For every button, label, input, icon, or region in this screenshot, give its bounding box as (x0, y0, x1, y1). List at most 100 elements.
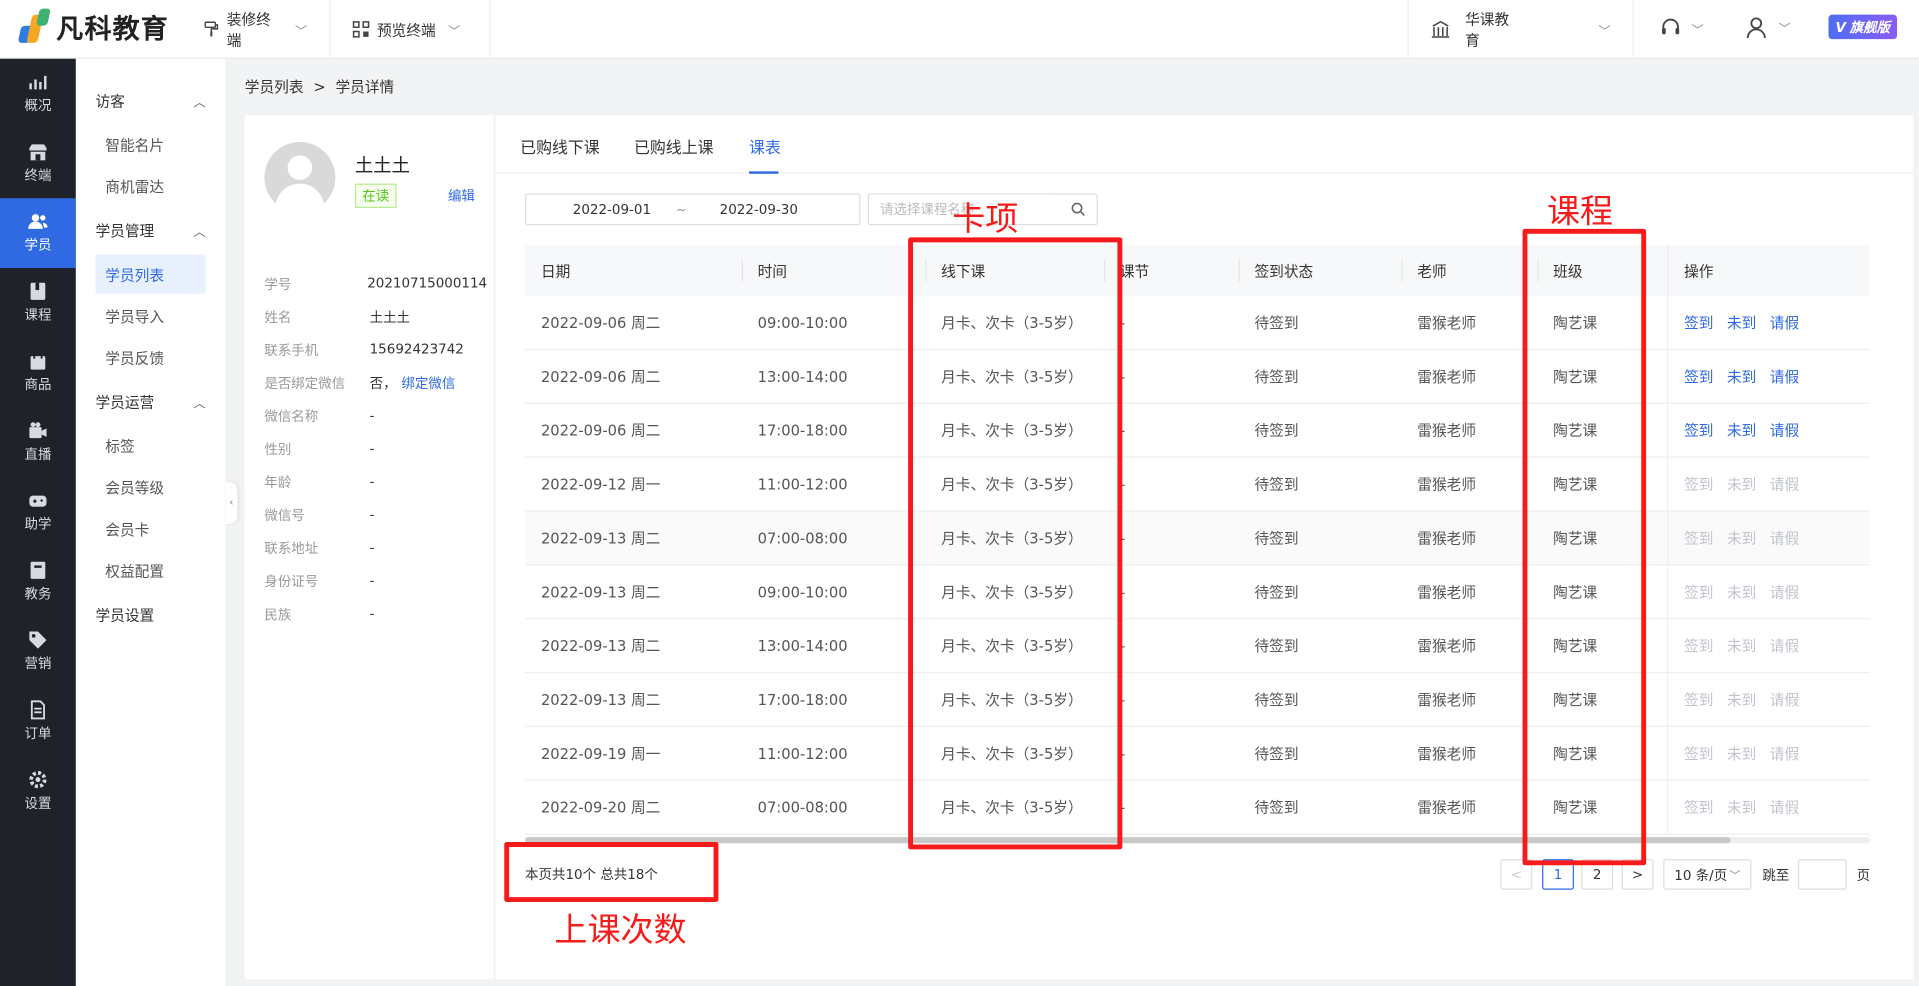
absent-button[interactable]: 未到 (1727, 528, 1756, 549)
signin-button[interactable]: 签到 (1684, 366, 1713, 387)
menu-item-member-card[interactable]: 会员卡 (95, 509, 205, 548)
support-menu[interactable]: ﹀ (1660, 17, 1704, 39)
breadcrumb-parent[interactable]: 学员列表 (245, 76, 304, 97)
leave-button[interactable]: 请假 (1770, 474, 1799, 495)
top-bar: 凡科教育 装修终端 ﹀ 预览终端 ﹀ 华课教育 ﹀ ﹀ ﹀ V 旗舰版 (0, 0, 1919, 59)
absent-button[interactable]: 未到 (1727, 474, 1756, 495)
signin-button[interactable]: 签到 (1684, 528, 1713, 549)
sidebar-item-overview[interactable]: 概况 (0, 59, 76, 129)
sidebar-item-marketing[interactable]: 营销 (0, 617, 76, 687)
absent-button[interactable]: 未到 (1727, 420, 1756, 441)
bind-wechat-link[interactable]: 绑定微信 (401, 373, 455, 393)
leave-button[interactable]: 请假 (1770, 635, 1799, 656)
sidebar-item-label: 终端 (24, 167, 52, 184)
signin-button[interactable]: 签到 (1684, 797, 1713, 818)
leave-button[interactable]: 请假 (1770, 528, 1799, 549)
menu-item-smart-card[interactable]: 智能名片 (95, 125, 205, 164)
signin-button[interactable]: 签到 (1684, 635, 1713, 656)
cell-status: 待签到 (1254, 637, 1299, 655)
sidebar-item-label: 直播 (24, 446, 52, 463)
signin-button[interactable]: 签到 (1684, 474, 1713, 495)
signin-button[interactable]: 签到 (1684, 581, 1713, 602)
org-switcher[interactable]: 华课教育 ﹀ (1407, 0, 1634, 59)
cell-date: 2022-09-20 周二 (540, 799, 661, 817)
tab-schedule[interactable]: 课表 (749, 135, 781, 158)
signin-button[interactable]: 签到 (1684, 312, 1713, 333)
menu-item-tags[interactable]: 标签 (95, 426, 205, 465)
menu-item-student-settings[interactable]: 学员设置 (76, 592, 225, 636)
menu-group-student-ops[interactable]: 学员运营 ︿ (76, 379, 225, 423)
table-row: 2022-09-19 周一 11:00-12:00 月卡、次卡（3-5岁） - 待签到雷… (525, 726, 1871, 781)
absent-button[interactable]: 未到 (1727, 312, 1756, 333)
menu-item-benefits[interactable]: 权益配置 (95, 551, 205, 590)
absent-button[interactable]: 未到 (1727, 366, 1756, 387)
absent-button[interactable]: 未到 (1727, 581, 1756, 602)
signin-button[interactable]: 签到 (1684, 743, 1713, 764)
date-range-picker[interactable]: 2022-09-01 ~ 2022-09-30 (525, 193, 861, 226)
menu-group-visitor[interactable]: 访客 ︿ (76, 78, 225, 122)
cell-teacher: 雷猴老师 (1417, 314, 1477, 332)
bag-icon (30, 351, 46, 370)
leave-button[interactable]: 请假 (1770, 743, 1799, 764)
breadcrumb-current: 学员详情 (335, 78, 395, 96)
org-name: 华课教育 (1465, 11, 1510, 49)
sidebar-item-study[interactable]: 助学 (0, 477, 76, 547)
col-teacher: 老师 (1417, 262, 1447, 280)
cell-time: 13:00-14:00 (757, 367, 848, 385)
logo[interactable]: 凡科教育 (17, 7, 169, 46)
date-end[interactable]: 2022-09-30 (720, 201, 798, 217)
signin-button[interactable]: 签到 (1684, 420, 1713, 441)
leave-button[interactable]: 请假 (1770, 689, 1799, 710)
cell-time: 13:00-14:00 (757, 637, 848, 655)
absent-button[interactable]: 未到 (1727, 635, 1756, 656)
leave-button[interactable]: 请假 (1770, 420, 1799, 441)
sidebar-item-academic[interactable]: 教务 (0, 547, 76, 617)
edit-student-link[interactable]: 编辑 (448, 186, 475, 206)
cell-time: 11:00-12:00 (757, 744, 848, 762)
menu-item-student-list[interactable]: 学员列表 (95, 254, 206, 294)
tab-offline-courses[interactable]: 已购线下课 (520, 135, 600, 158)
absent-button[interactable]: 未到 (1727, 797, 1756, 818)
collapse-menu-button[interactable]: ‹ (225, 482, 238, 524)
absent-button[interactable]: 未到 (1727, 743, 1756, 764)
jump-page-input[interactable] (1797, 859, 1847, 890)
menu-group-student-mgmt[interactable]: 学员管理 ︿ (76, 208, 225, 252)
leave-button[interactable]: 请假 (1770, 581, 1799, 602)
sidebar-item-live[interactable]: 直播 (0, 408, 76, 478)
decor-terminal-menu[interactable]: 装修终端 ﹀ (181, 0, 331, 59)
menu-group-title: 访客 (95, 92, 125, 110)
leave-button[interactable]: 请假 (1770, 797, 1799, 818)
info-label: 联系地址 (264, 540, 319, 557)
leave-button[interactable]: 请假 (1770, 366, 1799, 387)
sidebar-item-label: 教务 (24, 586, 52, 603)
horizontal-scrollbar[interactable] (525, 837, 1871, 844)
page-size-select[interactable]: 10 条/页 ﹀ (1663, 859, 1752, 890)
menu-item-lead-radar[interactable]: 商机雷达 (95, 166, 205, 205)
menu-item-student-import[interactable]: 学员导入 (95, 296, 205, 335)
sidebar-item-orders[interactable]: 订单 (0, 687, 76, 757)
menu-item-student-feedback[interactable]: 学员反馈 (95, 338, 205, 377)
absent-button[interactable]: 未到 (1727, 689, 1756, 710)
sidebar-item-label: 订单 (24, 725, 52, 742)
user-menu[interactable]: ﹀ (1744, 15, 1791, 39)
preview-terminal-menu[interactable]: 预览终端 ﹀ (330, 0, 491, 59)
tab-online-courses[interactable]: 已购线上课 (634, 135, 714, 158)
sidebar-item-students[interactable]: 学员 (0, 198, 76, 269)
cell-teacher: 雷猴老师 (1417, 583, 1477, 601)
chevron-up-icon: ︿ (193, 225, 206, 240)
sidebar-item-terminal[interactable]: 终端 (0, 129, 76, 199)
camera-icon (29, 422, 47, 439)
leave-button[interactable]: 请假 (1770, 312, 1799, 333)
sidebar-item-course[interactable]: 课程 (0, 268, 76, 338)
flagship-badge[interactable]: V 旗舰版 (1828, 14, 1898, 40)
info-row: 微信号 - (264, 498, 487, 531)
menu-item-member-level[interactable]: 会员等级 (95, 468, 205, 507)
sidebar-item-settings[interactable]: 设置 (0, 756, 76, 826)
info-value: - (369, 473, 375, 490)
search-icon[interactable] (1071, 202, 1086, 217)
sidebar-item-goods[interactable]: 商品 (0, 338, 76, 408)
signin-button[interactable]: 签到 (1684, 689, 1713, 710)
cell-status: 待签到 (1254, 745, 1299, 763)
tab-bar: 已购线下课 已购线上课 课表 (495, 115, 1913, 174)
date-start[interactable]: 2022-09-01 (573, 201, 651, 217)
